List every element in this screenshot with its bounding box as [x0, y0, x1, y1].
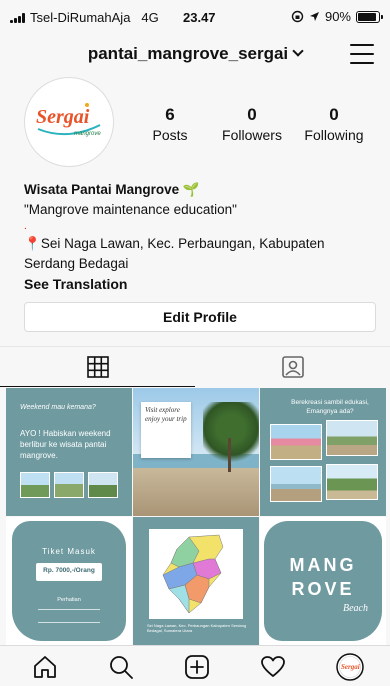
- post-lines: [38, 609, 100, 623]
- post-photo: [326, 464, 378, 500]
- post-tile[interactable]: Tiket Masuk Rp. 7000,-/Orang Perhatian: [6, 517, 132, 645]
- search-icon: [110, 656, 133, 679]
- post-brush: [12, 521, 126, 641]
- rotation-lock-icon: [291, 10, 304, 23]
- post-photo: [54, 472, 84, 498]
- nav-new-post[interactable]: [183, 653, 211, 681]
- post-heading: Berekreasi sambil edukasi, Emangnya ada?: [291, 399, 369, 415]
- stat-posts[interactable]: 6 Posts: [125, 105, 215, 145]
- stat-value: 0: [247, 105, 257, 124]
- location-arrow-icon: [309, 12, 319, 21]
- post-heading: Weekend mau kemana?: [20, 404, 96, 411]
- avatar-logo: Sergai mangrove: [28, 81, 110, 163]
- stat-followers[interactable]: 0 Followers: [207, 105, 297, 145]
- tagged-person-icon: [281, 356, 304, 378]
- profile-avatar: Sergai: [336, 653, 364, 681]
- post-script: Visit explore enjoy your trip: [145, 406, 187, 423]
- network-label: 4G: [141, 10, 159, 25]
- stat-value: 6: [165, 105, 175, 124]
- status-bar: Tsel-DiRumahAja 4G 23.47 90%: [0, 0, 390, 34]
- stat-value: 0: [329, 105, 339, 124]
- stat-label: Posts: [152, 127, 188, 143]
- tab-grid[interactable]: [0, 347, 195, 387]
- nav-activity[interactable]: [259, 653, 287, 681]
- post-subtitle: Perhatian: [57, 597, 81, 603]
- bio-location: 📍Sei Naga Lawan, Kec. Perbaungan, Kabupa…: [24, 234, 376, 274]
- status-left: Tsel-DiRumahAja 4G: [10, 10, 159, 25]
- display-name: Wisata Pantai Mangrove 🌱: [24, 182, 200, 197]
- sergai-logo: Sergai mangrove: [36, 103, 101, 137]
- post-title: Tiket Masuk: [42, 547, 96, 556]
- bottom-nav: Sergai: [0, 645, 390, 686]
- logo-sub: mangrove: [74, 131, 101, 137]
- pin-icon: 📍: [24, 236, 41, 251]
- battery-level: [358, 12, 376, 21]
- avatar[interactable]: Sergai mangrove: [24, 77, 114, 167]
- post-price: Rp. 7000,-/Orang: [43, 567, 95, 574]
- account-switcher[interactable]: pantai_mangrove_sergai: [0, 44, 390, 64]
- post-tile[interactable]: MANG ROVE Beach: [260, 517, 386, 645]
- post-script: Beach: [343, 603, 368, 614]
- bio-tagline: "Mangrove maintenance education": [24, 202, 237, 217]
- status-right: 90%: [291, 9, 383, 24]
- profile-header: pantai_mangrove_sergai: [0, 36, 390, 72]
- nav-home[interactable]: [31, 653, 59, 681]
- map-illustration: [162, 534, 224, 614]
- post-tile[interactable]: Sei Naga Lawan, Kec. Perbaungan Kabupate…: [133, 517, 259, 645]
- post-beach: [133, 468, 259, 516]
- post-photo: [20, 472, 50, 498]
- carrier-label: Tsel-DiRumahAja: [30, 10, 131, 25]
- battery-icon: [356, 10, 383, 23]
- location-text: Sei Naga Lawan, Kec. Perbaungan, Kabupat…: [24, 236, 325, 271]
- bio-dot: .: [24, 221, 27, 232]
- add-post-icon: [185, 655, 209, 679]
- post-tree: [203, 402, 259, 468]
- profile-bio: Wisata Pantai Mangrove 🌱 "Mangrove maint…: [24, 180, 376, 294]
- clock: 23.47: [183, 10, 216, 25]
- stat-following[interactable]: 0 Following: [289, 105, 379, 145]
- menu-button[interactable]: [350, 44, 374, 64]
- post-photo: [270, 466, 322, 502]
- home-icon: [34, 656, 56, 678]
- post-line1: MANG: [289, 555, 357, 575]
- post-photo: [88, 472, 118, 498]
- post-caption: Sei Naga Lawan, Kec. Perbaungan Kabupate…: [147, 623, 247, 633]
- see-translation-link[interactable]: See Translation: [24, 274, 376, 294]
- post-photo: [270, 424, 322, 460]
- mini-logo-text: Sergai: [341, 663, 360, 671]
- edit-profile-button[interactable]: Edit Profile: [24, 302, 376, 332]
- heart-icon: [261, 656, 285, 677]
- logo-text: Sergai: [36, 106, 90, 128]
- post-tile[interactable]: Weekend mau kemana? AYO ! Habiskan weeke…: [6, 388, 132, 516]
- post-body: AYO ! Habiskan weekend berlibur ke wisat…: [20, 429, 111, 460]
- nav-profile[interactable]: Sergai: [336, 653, 364, 681]
- post-photo: [326, 420, 378, 456]
- posts-grid: Weekend mau kemana? AYO ! Habiskan weeke…: [6, 388, 386, 645]
- battery-percent: 90%: [324, 9, 351, 24]
- signal-icon: [10, 12, 25, 23]
- post-tree-trunk: [228, 438, 231, 472]
- post-tile[interactable]: Berekreasi sambil edukasi, Emangnya ada?: [260, 388, 386, 516]
- profile-tabs: [0, 346, 390, 387]
- nav-search[interactable]: [107, 653, 135, 681]
- username: pantai_mangrove_sergai: [87, 44, 289, 63]
- tab-tagged[interactable]: [195, 347, 390, 387]
- grid-icon: [86, 355, 109, 378]
- post-tile[interactable]: Visit explore enjoy your trip: [133, 388, 259, 516]
- chevron-down-icon: [292, 45, 304, 57]
- post-line2: ROVE: [291, 579, 355, 599]
- stat-label: Followers: [222, 127, 282, 143]
- stat-label: Following: [304, 127, 364, 143]
